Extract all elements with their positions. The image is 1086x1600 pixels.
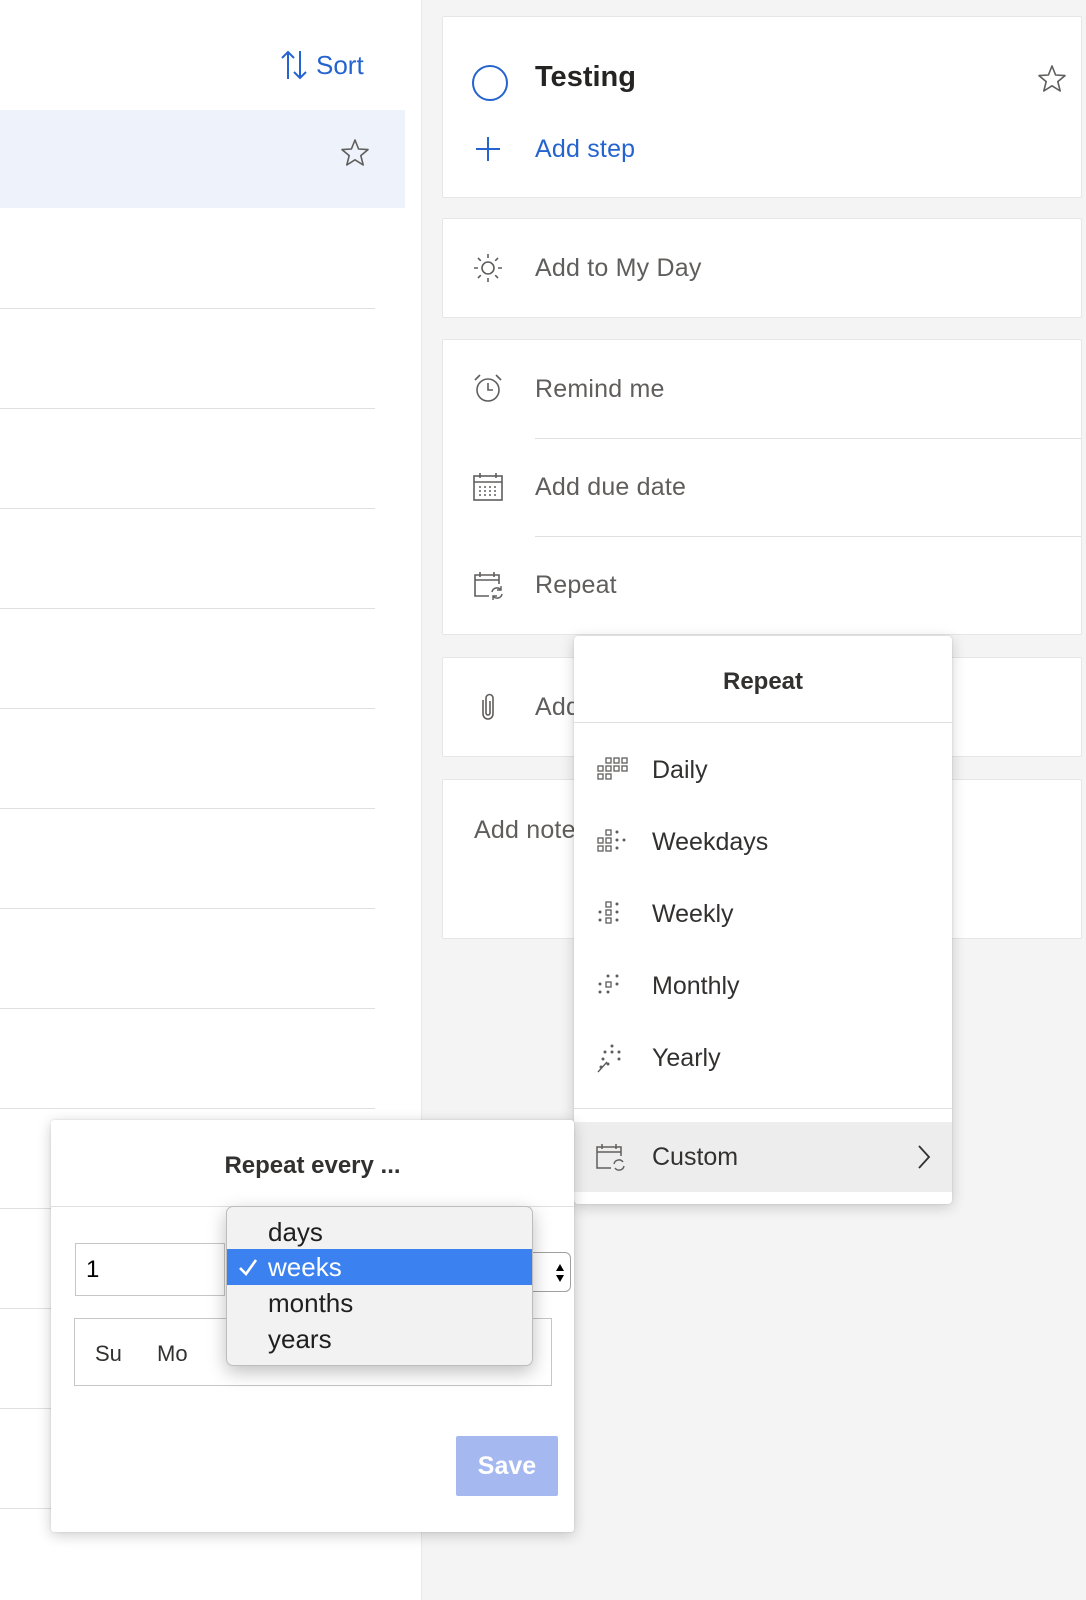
repeat-every-title: Repeat every ... xyxy=(224,1152,401,1179)
unit-option-years[interactable]: years xyxy=(227,1321,532,1357)
list-divider xyxy=(0,308,375,309)
add-due-date-button[interactable]: Add due date xyxy=(443,438,1081,536)
list-divider xyxy=(0,508,375,509)
repeat-custom-option[interactable]: Custom xyxy=(574,1122,952,1192)
repeat-monthly-label: Monthly xyxy=(652,971,740,1000)
add-step-label: Add step xyxy=(535,134,636,163)
weekdays-icon xyxy=(597,829,626,852)
remind-me-label: Remind me xyxy=(535,374,665,403)
menu-divider xyxy=(574,1108,952,1109)
repeat-daily-option[interactable]: Daily xyxy=(574,734,952,806)
repeat-weekly-option[interactable]: Weekly xyxy=(574,878,952,950)
repeat-daily-label: Daily xyxy=(652,755,708,784)
complete-task-checkbox[interactable] xyxy=(472,65,508,101)
chevron-right-icon xyxy=(918,1145,931,1169)
checkmark-icon xyxy=(239,1259,258,1277)
note-placeholder[interactable]: Add note xyxy=(474,816,576,845)
unit-option-label: days xyxy=(268,1216,323,1247)
repeat-weekdays-option[interactable]: Weekdays xyxy=(574,806,952,878)
weekly-icon xyxy=(598,901,619,924)
list-divider xyxy=(0,808,375,809)
repeat-monthly-option[interactable]: Monthly xyxy=(574,950,952,1022)
repeat-unit-options: days weeks months years xyxy=(226,1206,533,1366)
add-to-my-day-button[interactable]: Add to My Day xyxy=(443,219,1081,317)
repeat-yearly-option[interactable]: Yearly xyxy=(574,1022,952,1094)
repeat-weekly-label: Weekly xyxy=(652,899,734,928)
star-icon[interactable] xyxy=(340,138,370,168)
add-due-date-label: Add due date xyxy=(535,472,687,501)
yearly-icon xyxy=(597,1044,621,1073)
unit-option-days[interactable]: days xyxy=(227,1214,532,1250)
sun-icon xyxy=(471,251,505,285)
plus-icon xyxy=(471,132,505,166)
unit-option-label: months xyxy=(268,1287,354,1318)
add-to-my-day-label: Add to My Day xyxy=(535,253,702,282)
calendar-icon xyxy=(471,470,505,504)
unit-option-months[interactable]: months xyxy=(227,1285,532,1321)
day-sunday[interactable]: Su xyxy=(95,1341,122,1367)
my-day-card: Add to My Day xyxy=(442,218,1082,318)
unit-option-label: years xyxy=(268,1323,332,1354)
paperclip-icon xyxy=(471,690,505,724)
star-icon[interactable] xyxy=(1037,64,1067,94)
repeat-weekdays-label: Weekdays xyxy=(652,827,769,856)
remind-me-button[interactable]: Remind me xyxy=(443,340,1081,438)
repeat-button[interactable]: Repeat xyxy=(443,536,1081,634)
sort-button[interactable]: Sort xyxy=(280,46,364,84)
list-divider xyxy=(0,908,375,909)
alarm-clock-icon xyxy=(471,372,505,406)
repeat-calendar-icon xyxy=(471,568,505,602)
repeat-label: Repeat xyxy=(535,570,617,599)
repeat-calendar-icon xyxy=(596,1144,625,1171)
list-divider xyxy=(0,1008,375,1009)
task-title[interactable]: Testing xyxy=(535,61,636,94)
task-title-card: Testing Add step xyxy=(442,16,1082,198)
sort-icon xyxy=(281,50,307,80)
unit-option-label: weeks xyxy=(268,1251,342,1282)
list-divider xyxy=(0,608,375,609)
menu-divider xyxy=(574,722,952,723)
list-divider xyxy=(0,1108,375,1109)
select-arrows-icon xyxy=(556,1264,564,1282)
repeat-menu-title: Repeat xyxy=(722,668,804,695)
list-divider xyxy=(0,408,375,409)
monthly-icon xyxy=(598,974,619,994)
day-monday[interactable]: Mo xyxy=(157,1341,188,1367)
dates-card: Remind me Add due date Repeat xyxy=(442,339,1082,635)
list-divider xyxy=(0,708,375,709)
sort-label: Sort xyxy=(316,49,364,80)
add-step-row[interactable]: Add step xyxy=(443,109,1081,189)
repeat-interval-input[interactable] xyxy=(75,1243,225,1296)
unit-option-weeks[interactable]: weeks xyxy=(227,1249,532,1285)
save-button[interactable]: Save xyxy=(456,1436,558,1496)
repeat-yearly-label: Yearly xyxy=(652,1043,721,1072)
daily-icon xyxy=(597,757,628,780)
repeat-custom-label: Custom xyxy=(652,1142,739,1171)
repeat-menu: Repeat Daily Weekdays Weekly Monthly Yea… xyxy=(574,636,952,1204)
